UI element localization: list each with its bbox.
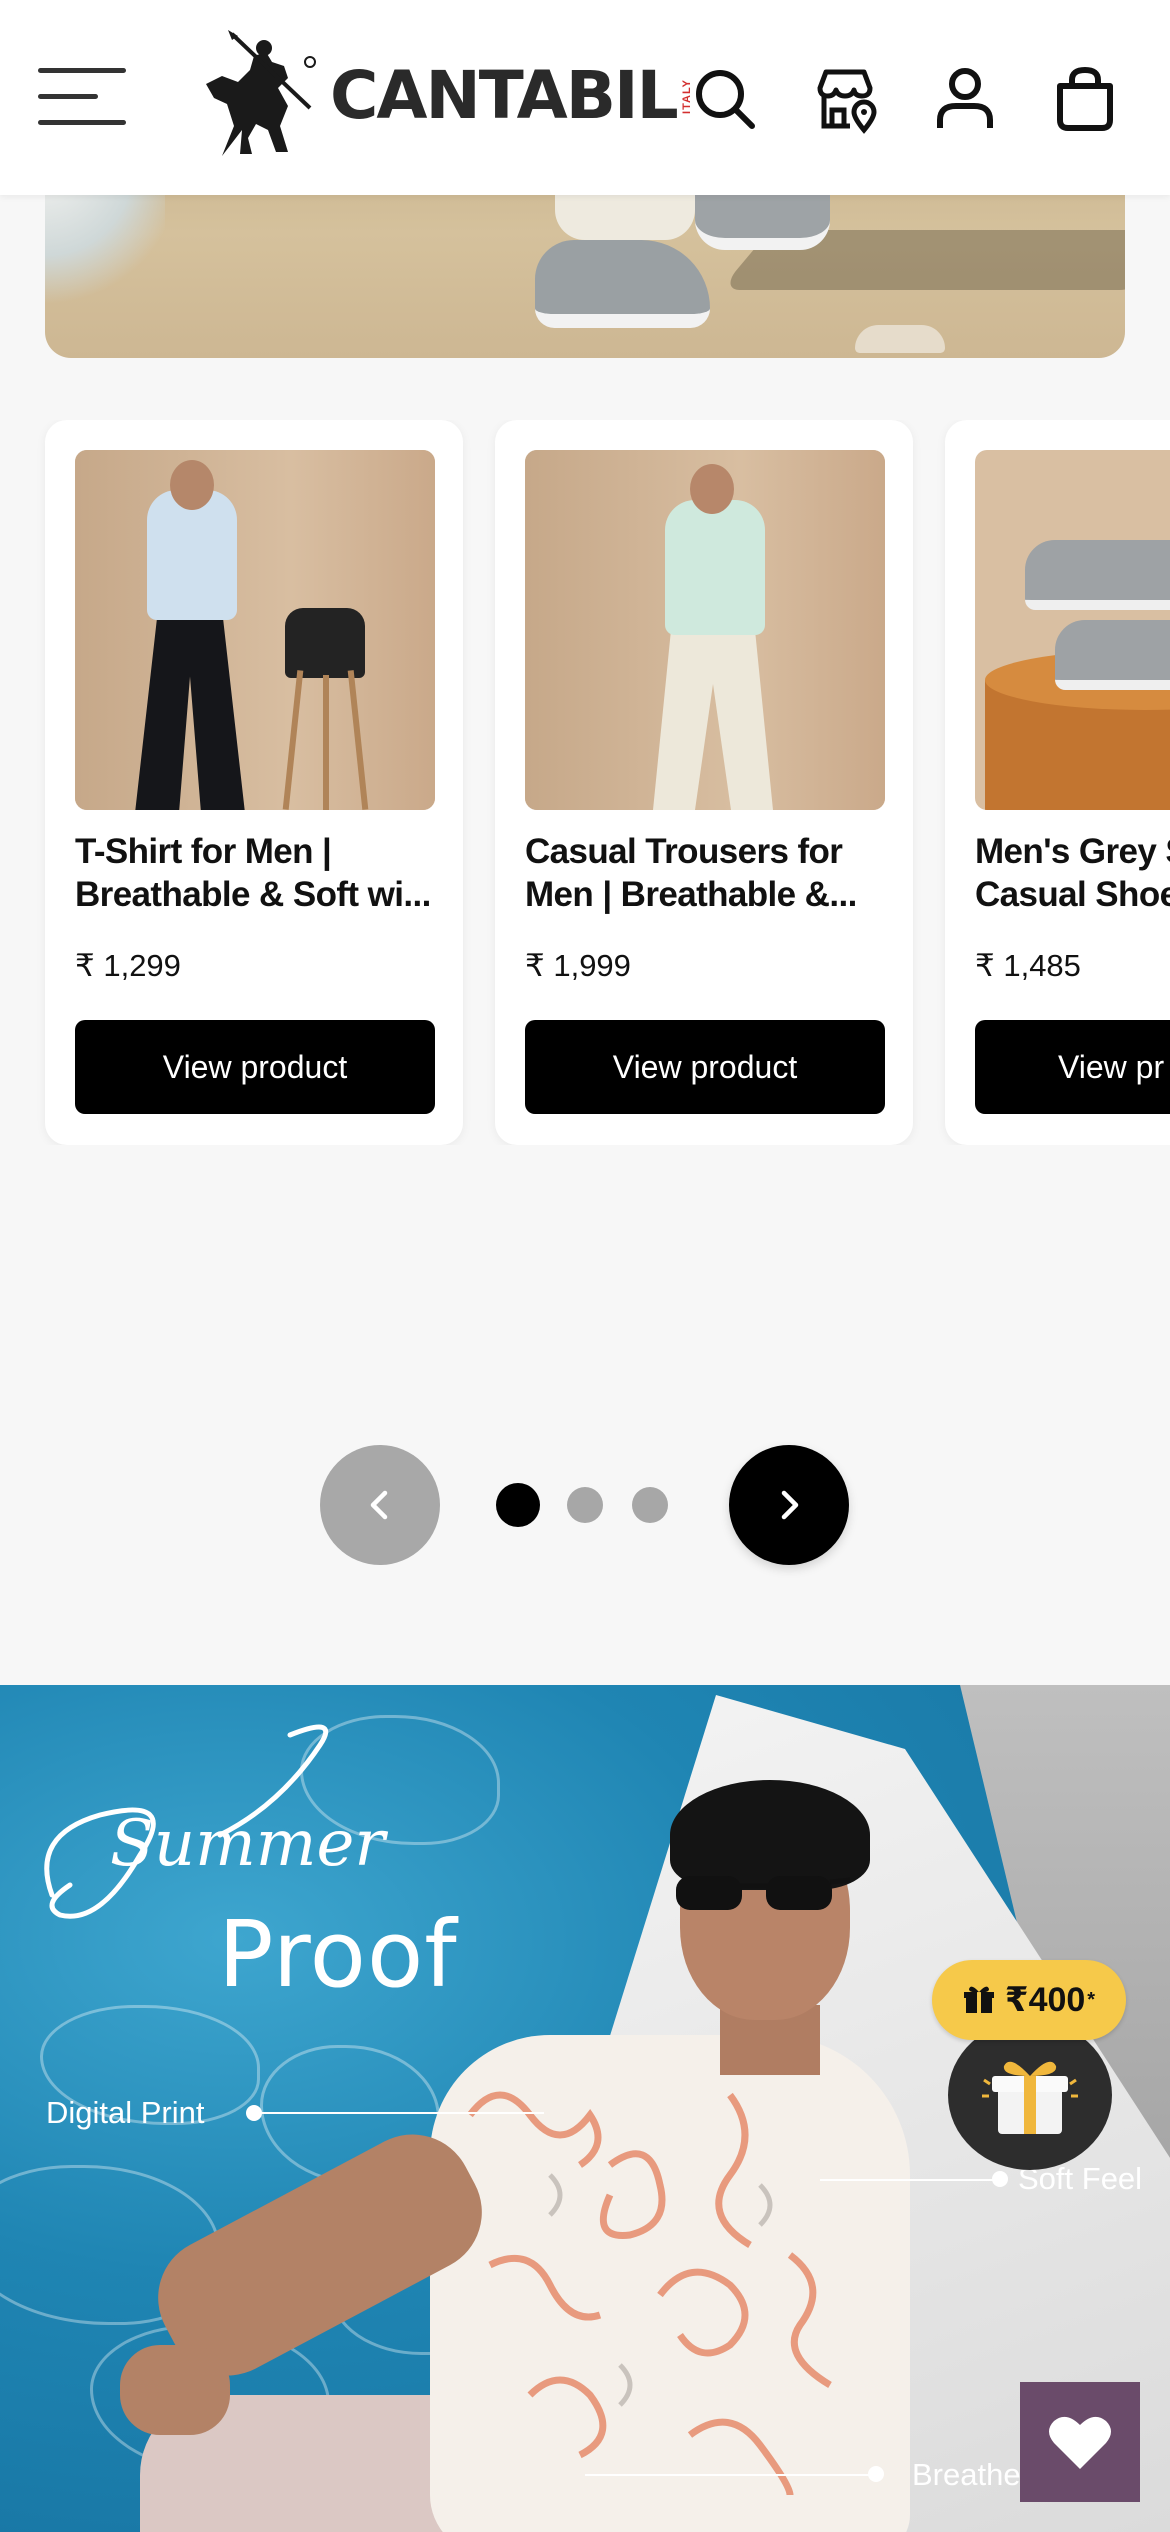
brand-wordmark: CANTABIL (330, 57, 679, 134)
gift-icon (963, 1986, 994, 2013)
product-card[interactable]: T-Shirt for Men | Breathable & Soft wi..… (45, 420, 463, 1145)
brand-logo[interactable]: CANTABIL ITALY (192, 26, 693, 166)
heart-icon (1049, 2416, 1111, 2469)
product-card[interactable]: Men's Grey S Casual Shoe ₹ 1,485 View pr (945, 420, 1170, 1145)
gift-amount: ₹400 (1004, 1981, 1086, 2019)
bag-icon[interactable] (1050, 64, 1120, 134)
product-price: ₹ 1,485 (975, 948, 1081, 983)
product-image[interactable] (75, 450, 435, 810)
feature-line (820, 2179, 1000, 2181)
feature-label: Digital Print (46, 2095, 205, 2130)
product-image[interactable] (975, 450, 1170, 810)
view-product-button[interactable]: View product (75, 1020, 435, 1114)
product-price: ₹ 1,299 (75, 948, 181, 983)
product-title[interactable]: Men's Grey S Casual Shoe (975, 830, 1170, 916)
feature-label: Breathe (912, 2457, 1021, 2492)
svg-text:Summer: Summer (110, 1807, 388, 1881)
product-image[interactable] (525, 450, 885, 810)
next-button[interactable] (729, 1445, 849, 1565)
feature-marker (992, 2171, 1008, 2187)
feature-marker (868, 2466, 884, 2482)
pager-dot[interactable] (567, 1487, 603, 1523)
store-locator-icon[interactable] (810, 64, 880, 134)
horse-rider-logo-icon (206, 30, 316, 156)
chevron-right-icon (781, 1490, 799, 1520)
previous-button[interactable] (320, 1445, 440, 1565)
gift-amount-badge[interactable]: ₹400 * (932, 1960, 1126, 2040)
product-card[interactable]: Casual Trousers for Men | Breathable &..… (495, 420, 913, 1145)
view-product-button[interactable]: View product (525, 1020, 885, 1114)
user-icon[interactable] (930, 64, 1000, 134)
gift-asterisk: * (1087, 1988, 1096, 2011)
chevron-left-icon (370, 1490, 388, 1520)
search-icon[interactable] (690, 64, 760, 134)
feature-line (585, 2474, 875, 2476)
product-price: ₹ 1,999 (525, 948, 631, 983)
wishlist-button[interactable] (1020, 2382, 1140, 2502)
gift-box-icon[interactable] (948, 2020, 1112, 2170)
product-carousel[interactable]: T-Shirt for Men | Breathable & Soft wi..… (0, 420, 1170, 1145)
carousel-pager (0, 1445, 1170, 1565)
feature-line (254, 2112, 544, 2114)
product-title[interactable]: Casual Trousers for Men | Breathable &..… (525, 830, 885, 916)
pager-dot[interactable] (496, 1483, 540, 1527)
gift-reward-widget[interactable]: ₹400 * (932, 1960, 1130, 2170)
pager-dot[interactable] (632, 1487, 668, 1523)
summer-headline: Proof (218, 1901, 458, 2008)
product-title[interactable]: T-Shirt for Men | Breathable & Soft wi..… (75, 830, 435, 916)
view-product-button[interactable]: View pr (975, 1020, 1170, 1114)
menu-icon[interactable] (38, 64, 130, 130)
site-header: CANTABIL ITALY (0, 0, 1170, 195)
